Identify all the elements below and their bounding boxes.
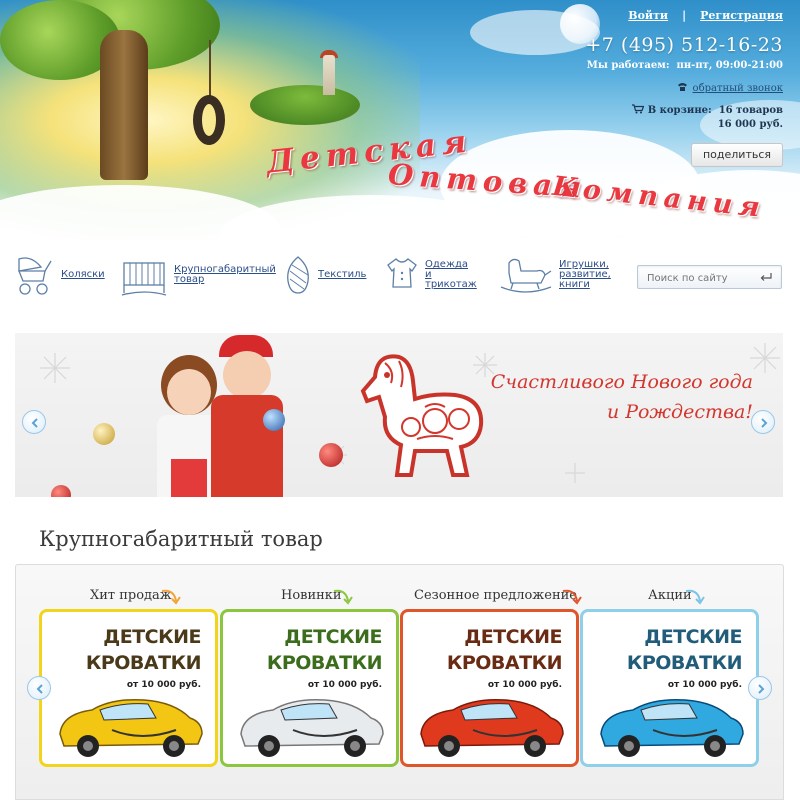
- auth-links: Войти | Регистрация: [628, 9, 783, 22]
- login-link[interactable]: Войти: [628, 9, 668, 22]
- clothes-icon: [387, 258, 417, 288]
- crib-icon: [121, 262, 167, 296]
- ornament-blue: [263, 409, 285, 431]
- product-card-sales[interactable]: ДЕТСКИЕ КРОВАТКИ от 10 000 руб.: [580, 609, 759, 767]
- cart-count-line: В корзине: 16 товаров: [631, 104, 783, 118]
- greeting-line-1: Счастливого Нового года: [490, 371, 753, 393]
- enter-arrow-icon[interactable]: [759, 271, 773, 283]
- card-price: от 10 000 руб.: [667, 680, 742, 690]
- card-title-line-2: КРОВАТКИ: [266, 652, 383, 674]
- chevron-left-icon: [31, 418, 38, 428]
- promo-slider: Счастливого Нового года и Рождества!: [15, 333, 783, 497]
- site-header: Детская Оптовая Компания Войти | Регистрац…: [0, 0, 800, 240]
- hours-value: пн-пт, 09:00-21:00: [676, 60, 783, 71]
- card-title-line-1: ДЕТСКИЕ: [284, 626, 382, 648]
- category-strollers[interactable]: Коляски: [15, 252, 105, 298]
- search-box: [637, 265, 782, 290]
- card-title-line-1: ДЕТСКИЕ: [103, 626, 201, 648]
- callback: обратный звонок: [677, 82, 783, 94]
- category-textile[interactable]: Текстиль: [284, 252, 366, 298]
- chevron-left-icon: [36, 684, 43, 694]
- card-title-line-2: КРОВАТКИ: [626, 652, 743, 674]
- category-large-goods-link[interactable]: Крупногабаритный товар: [174, 265, 276, 285]
- phone-icon: [677, 83, 687, 91]
- swoosh-arrow-icon: [562, 589, 582, 605]
- link-separator: |: [682, 9, 687, 22]
- cart-items: 16 товаров: [718, 105, 783, 116]
- category-clothes[interactable]: Одежда и трикотаж: [385, 252, 477, 298]
- tree-trunk: [100, 30, 148, 180]
- car-bed-image: [600, 698, 744, 757]
- car-bed-image: [240, 698, 384, 757]
- search-input[interactable]: [638, 267, 748, 290]
- product-card-seasonal[interactable]: ДЕТСКИЕ КРОВАТКИ от 10 000 руб.: [400, 609, 579, 767]
- share-button[interactable]: поделиться: [691, 143, 783, 167]
- category-toys[interactable]: Игрушки, развитие, книги: [497, 252, 615, 298]
- product-card-new[interactable]: ДЕТСКИЕ КРОВАТКИ от 10 000 руб.: [220, 609, 399, 767]
- cloud: [470, 10, 600, 55]
- slider-greeting: Счастливого Нового года и Рождества!: [491, 367, 753, 427]
- swoosh-arrow-icon: [161, 589, 181, 605]
- rocking-horse-icon: [500, 258, 552, 293]
- ornament-red: [319, 443, 343, 467]
- card-title-line-1: ДЕТСКИЕ: [644, 626, 742, 648]
- section-title: Крупногабаритный товар: [39, 527, 323, 551]
- category-strollers-link[interactable]: Коляски: [61, 270, 105, 280]
- swoosh-arrow-icon: [333, 589, 353, 605]
- lighthouse-icon: [323, 55, 335, 95]
- category-textile-link[interactable]: Текстиль: [318, 270, 366, 280]
- products-prev-button[interactable]: [27, 676, 51, 700]
- chevron-right-icon: [758, 684, 765, 694]
- column-label-seasonal[interactable]: Сезонное предложение: [414, 588, 577, 603]
- car-bed-image: [420, 698, 564, 757]
- swoosh-arrow-icon: [685, 589, 705, 605]
- cart-summary[interactable]: В корзине: 16 товаров 16 000 руб.: [631, 104, 783, 132]
- card-title-line-2: КРОВАТКИ: [446, 652, 563, 674]
- product-card-bestseller[interactable]: ДЕТСКИЕ КРОВАТКИ от 10 000 руб.: [39, 609, 218, 767]
- stroller-icon: [18, 257, 52, 295]
- callback-link[interactable]: обратный звонок: [693, 83, 783, 94]
- swing-rope: [209, 40, 211, 98]
- textile-icon: [287, 256, 309, 294]
- card-title-line-2: КРОВАТКИ: [85, 652, 202, 674]
- category-large-goods[interactable]: Крупногабаритный товар: [120, 252, 276, 298]
- card-title-line-1: ДЕТСКИЕ: [464, 626, 562, 648]
- card-price: от 10 000 руб.: [126, 680, 201, 690]
- products-next-button[interactable]: [748, 676, 772, 700]
- car-bed-image: [59, 698, 203, 757]
- category-toys-link[interactable]: Игрушки, развитие, книги: [559, 260, 615, 290]
- card-price: от 10 000 руб.: [307, 680, 382, 690]
- chevron-right-icon: [761, 418, 768, 428]
- cart-icon: [631, 104, 645, 114]
- phone-number: +7 (495) 512-16-23: [585, 34, 783, 56]
- working-hours: Мы работаем: пн-пт, 09:00-21:00: [587, 60, 783, 71]
- hours-label: Мы работаем:: [586, 60, 670, 71]
- greeting-line-2: и Рождества!: [606, 401, 753, 423]
- cart-total: 16 000 руб.: [717, 119, 783, 130]
- tyre-swing-icon: [193, 95, 225, 145]
- horse-illustration: [360, 354, 484, 477]
- ornament-gold: [93, 423, 115, 445]
- cart-label: В корзине:: [647, 105, 712, 116]
- slider-next-button[interactable]: [751, 410, 775, 434]
- slider-prev-button[interactable]: [22, 410, 46, 434]
- category-clothes-link[interactable]: Одежда и трикотаж: [425, 260, 477, 290]
- register-link[interactable]: Регистрация: [700, 9, 783, 22]
- floating-island: [250, 85, 360, 125]
- card-price: от 10 000 руб.: [487, 680, 562, 690]
